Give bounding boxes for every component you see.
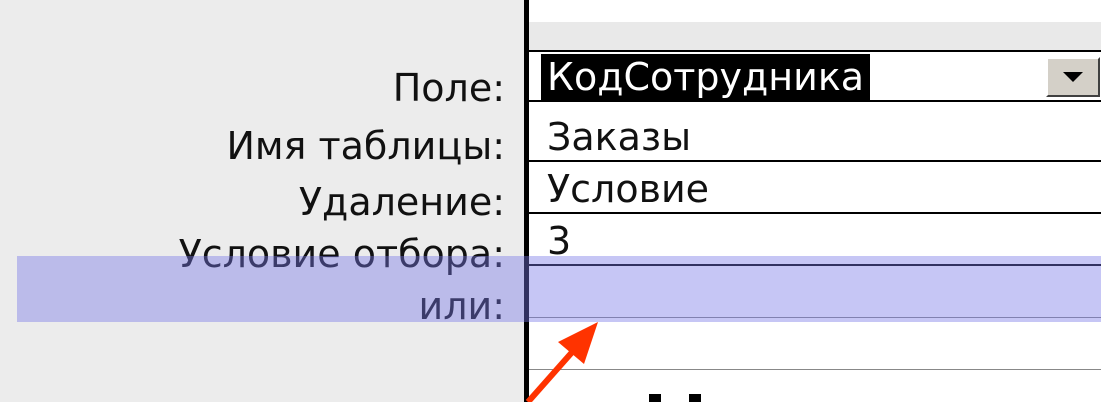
red-arrow-icon bbox=[525, 322, 598, 402]
